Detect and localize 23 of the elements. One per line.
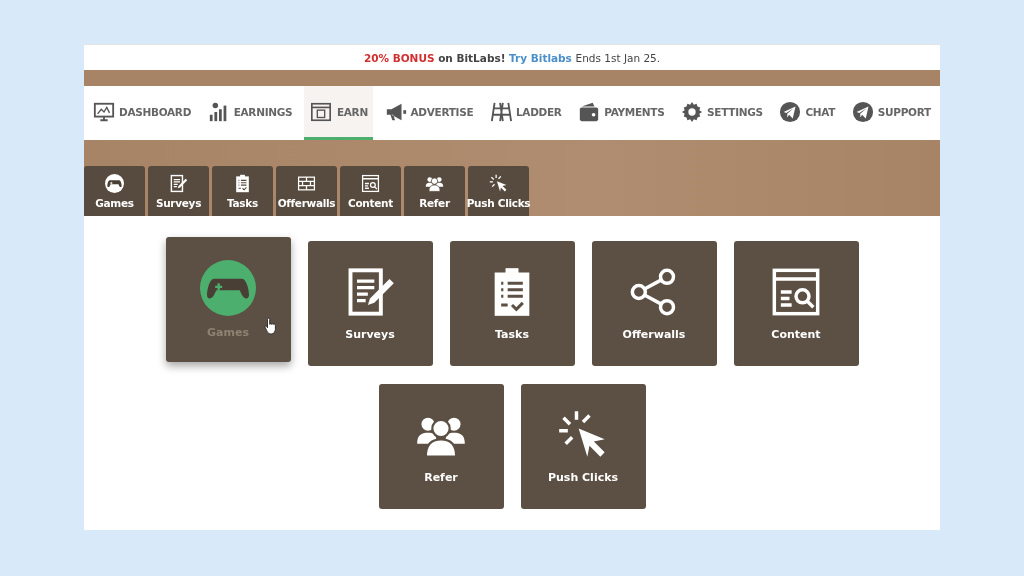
earn-category-tab[interactable]: Tasks [212, 166, 273, 216]
nav-tab[interactable]: EARN [303, 86, 373, 140]
nav-tab[interactable]: DASHBOARD [88, 86, 197, 140]
nav-tab[interactable]: EARNINGS [202, 86, 298, 140]
earn-category-tab[interactable]: Refer [404, 166, 465, 216]
nav-tab[interactable]: SUPPORT [846, 86, 936, 140]
nav-tab[interactable]: ADVERTISE [379, 86, 479, 140]
earn-category-card[interactable]: Push Clicks [520, 384, 646, 509]
nav-tab[interactable]: PAYMENTS [573, 86, 670, 140]
earn-category-tab[interactable]: Content [340, 166, 401, 216]
nav-tab[interactable]: SETTINGS [676, 86, 768, 140]
earn-category-card[interactable]: Surveys [307, 241, 433, 366]
earn-category-card[interactable]: Refer [378, 384, 504, 509]
earn-category-card[interactable]: Content [733, 241, 859, 366]
earn-category-tab[interactable]: Surveys [148, 166, 209, 216]
earn-category-tab[interactable]: Push Clicks [468, 166, 529, 216]
nav-tab[interactable]: LADDER [484, 86, 567, 140]
earn-category-tab[interactable]: Games [84, 166, 145, 216]
earn-category-card[interactable]: Offerwalls [591, 241, 717, 366]
earn-category-tab[interactable]: Offerwalls [276, 166, 337, 216]
earn-category-card[interactable]: Tasks [449, 241, 575, 366]
promo-banner-text: 20% BONUS on BitLabs! Try Bitlabs Ends 1st Jan 25. [363, 52, 661, 64]
nav-tab[interactable]: CHAT [774, 86, 841, 140]
